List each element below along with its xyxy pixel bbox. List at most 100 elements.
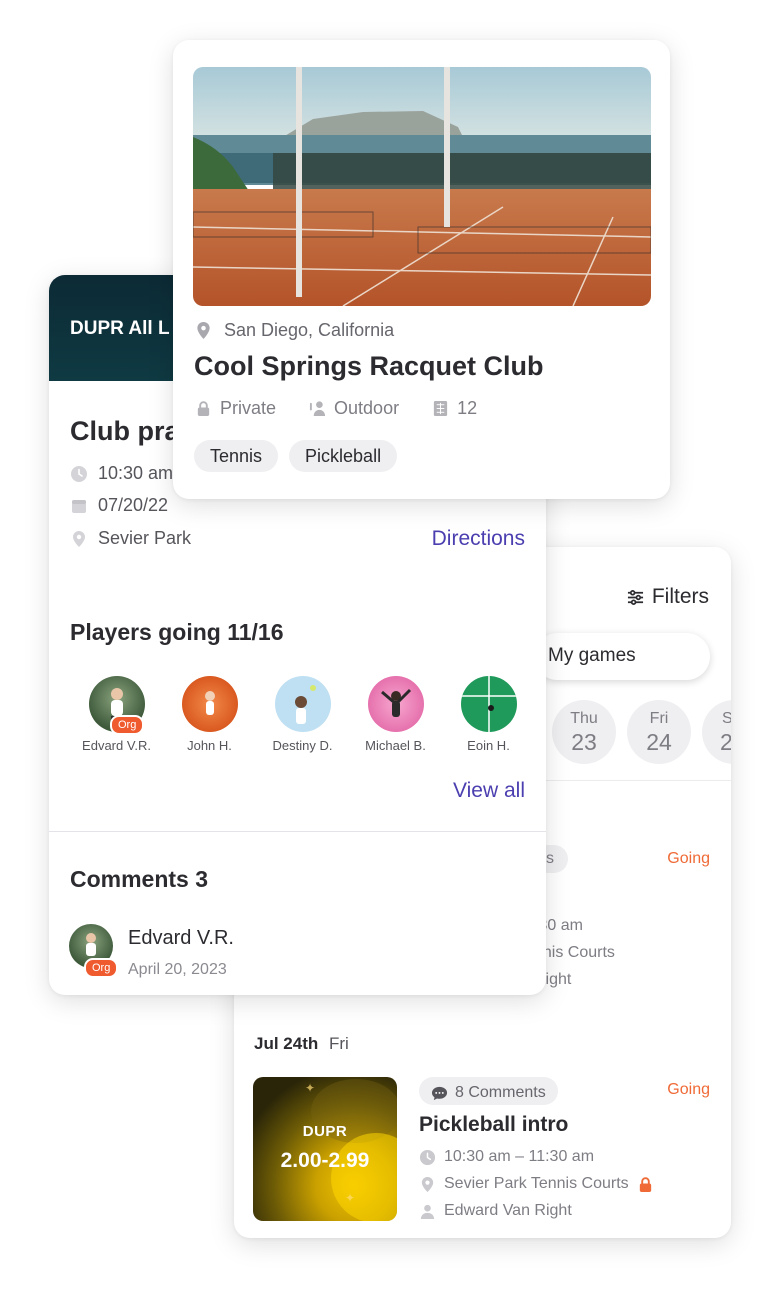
avatar xyxy=(274,676,331,732)
day-of-week: Thu xyxy=(570,710,598,727)
comments-heading: Comments 3 xyxy=(70,866,209,892)
event-location-text: Sevier Park xyxy=(98,528,192,548)
clock-icon xyxy=(419,1149,436,1165)
location-pin-icon xyxy=(73,530,85,547)
status-badge: Going xyxy=(667,850,710,867)
court-figure xyxy=(460,676,517,732)
day-picker: Thu 23 Fri 24 S 2 xyxy=(552,700,731,764)
player-item[interactable]: Destiny D. xyxy=(256,676,349,753)
divider xyxy=(49,831,546,832)
comments-chip[interactable]: 8 Comments xyxy=(419,1077,558,1105)
status-badge: Going xyxy=(667,1081,710,1098)
club-setting: Outdoor xyxy=(309,398,399,419)
comment-date: April 20, 2023 xyxy=(128,961,227,978)
view-all-link[interactable]: View all xyxy=(453,779,525,803)
player-figure xyxy=(204,691,215,715)
event-location: Sevier Park xyxy=(70,528,191,549)
player-name: Eoin H. xyxy=(467,738,510,753)
club-meta: Private Outdoor 12 xyxy=(195,398,477,419)
clock-icon xyxy=(71,465,87,482)
player-item[interactable]: Eoin H. xyxy=(442,676,535,753)
day-fri[interactable]: Fri 24 xyxy=(627,700,691,764)
court-grid-icon xyxy=(433,400,448,417)
club-location: San Diego, California xyxy=(195,320,394,341)
club-photo xyxy=(193,67,651,306)
date-heading-date: Jul 24th xyxy=(254,1034,319,1053)
club-courts-text: 12 xyxy=(457,398,478,418)
lock-icon xyxy=(639,1176,651,1192)
event-time-text: 10:30 am xyxy=(98,463,174,483)
filters-button[interactable]: Filters xyxy=(627,585,709,609)
player-item[interactable]: John H. xyxy=(163,676,256,753)
org-badge: Org xyxy=(84,958,119,978)
club-tags: Tennis Pickleball xyxy=(194,440,398,472)
org-badge: Org xyxy=(110,715,145,735)
player-name: Edvard V.R. xyxy=(82,738,151,753)
tab-my-games[interactable]: My games xyxy=(534,633,710,680)
date-heading-dow: Fri xyxy=(328,1034,349,1053)
comments-chip-label: 8 Comments xyxy=(455,1084,546,1101)
dupr-rating-tile[interactable]: ✦ ✦ DUPR 2.00-2.99 xyxy=(253,1077,397,1221)
game-organizer: Edward Van Right xyxy=(419,1202,572,1220)
person-icon xyxy=(420,1204,435,1219)
filters-label: Filters xyxy=(651,585,709,608)
filters-icon xyxy=(627,589,643,605)
dupr-range: 2.00-2.99 xyxy=(280,1149,370,1172)
game-time: 10:30 am – 11:30 am xyxy=(419,1148,594,1166)
divider xyxy=(534,780,731,781)
player-figure xyxy=(294,685,316,724)
event-time: 10:30 am xyxy=(70,463,173,484)
game-organizer-text: Edward Van Right xyxy=(444,1202,572,1219)
chat-bubble-icon xyxy=(431,1086,448,1100)
club-setting-text: Outdoor xyxy=(334,398,400,418)
event-date-text: 07/20/22 xyxy=(98,495,169,515)
lock-icon xyxy=(197,401,210,417)
day-of-week: Fri xyxy=(649,710,669,727)
tag-pickleball[interactable]: Pickleball xyxy=(289,440,398,472)
players-list: Org Edvard V.R. John H. Destiny D. Micha… xyxy=(70,676,540,753)
sparkle-icon: ✦ xyxy=(345,1191,356,1205)
player-figure xyxy=(380,688,411,717)
game-location-text: Sevier Park Tennis Courts xyxy=(444,1175,629,1192)
dupr-label: DUPR xyxy=(302,1123,348,1140)
avatar xyxy=(367,676,424,732)
club-name[interactable]: Cool Springs Racquet Club xyxy=(194,351,544,382)
day-of-week: S xyxy=(722,710,731,727)
event-title: Club pra xyxy=(70,416,180,446)
player-item[interactable]: Michael B. xyxy=(349,676,442,753)
avatar xyxy=(181,676,238,732)
game-location: nnis Courts xyxy=(534,944,615,961)
club-location-text: San Diego, California xyxy=(224,320,395,340)
game-time-text: 10:30 am – 11:30 am xyxy=(444,1148,595,1165)
club-access-text: Private xyxy=(220,398,277,418)
event-date: 07/20/22 xyxy=(70,495,168,516)
players-going-heading: Players going 11/16 xyxy=(70,619,284,645)
day-number: 2 xyxy=(720,729,731,755)
club-courts: 12 xyxy=(432,398,477,419)
calendar-icon xyxy=(72,499,86,513)
day-sat[interactable]: S 2 xyxy=(702,700,731,764)
comment-author[interactable]: Edvard V.R. xyxy=(128,927,234,950)
player-name: John H. xyxy=(187,738,232,753)
event-header-title: DUPR All L xyxy=(70,318,170,339)
tennis-court-image xyxy=(193,67,651,306)
location-pin-icon xyxy=(197,322,210,339)
club-card[interactable]: San Diego, California Cool Springs Racqu… xyxy=(173,40,670,499)
day-number: 23 xyxy=(571,729,597,755)
day-number: 24 xyxy=(646,729,672,755)
avatar xyxy=(460,676,517,732)
player-name: Michael B. xyxy=(365,738,426,753)
day-thu[interactable]: Thu 23 xyxy=(552,700,616,764)
player-item[interactable]: Org Edvard V.R. xyxy=(70,676,163,753)
tag-tennis[interactable]: Tennis xyxy=(194,440,279,472)
date-heading: Jul 24th Fri xyxy=(254,1034,349,1054)
sparkle-icon: ✦ xyxy=(305,1081,316,1095)
outdoor-person-icon xyxy=(309,401,326,417)
player-name: Destiny D. xyxy=(272,738,333,753)
tile-decoration xyxy=(331,1133,397,1221)
game-title[interactable]: Pickleball intro xyxy=(419,1113,568,1137)
game-location: Sevier Park Tennis Courts xyxy=(419,1175,654,1193)
location-pin-icon xyxy=(421,1176,434,1192)
club-access: Private xyxy=(195,398,276,419)
directions-link[interactable]: Directions xyxy=(432,527,525,551)
